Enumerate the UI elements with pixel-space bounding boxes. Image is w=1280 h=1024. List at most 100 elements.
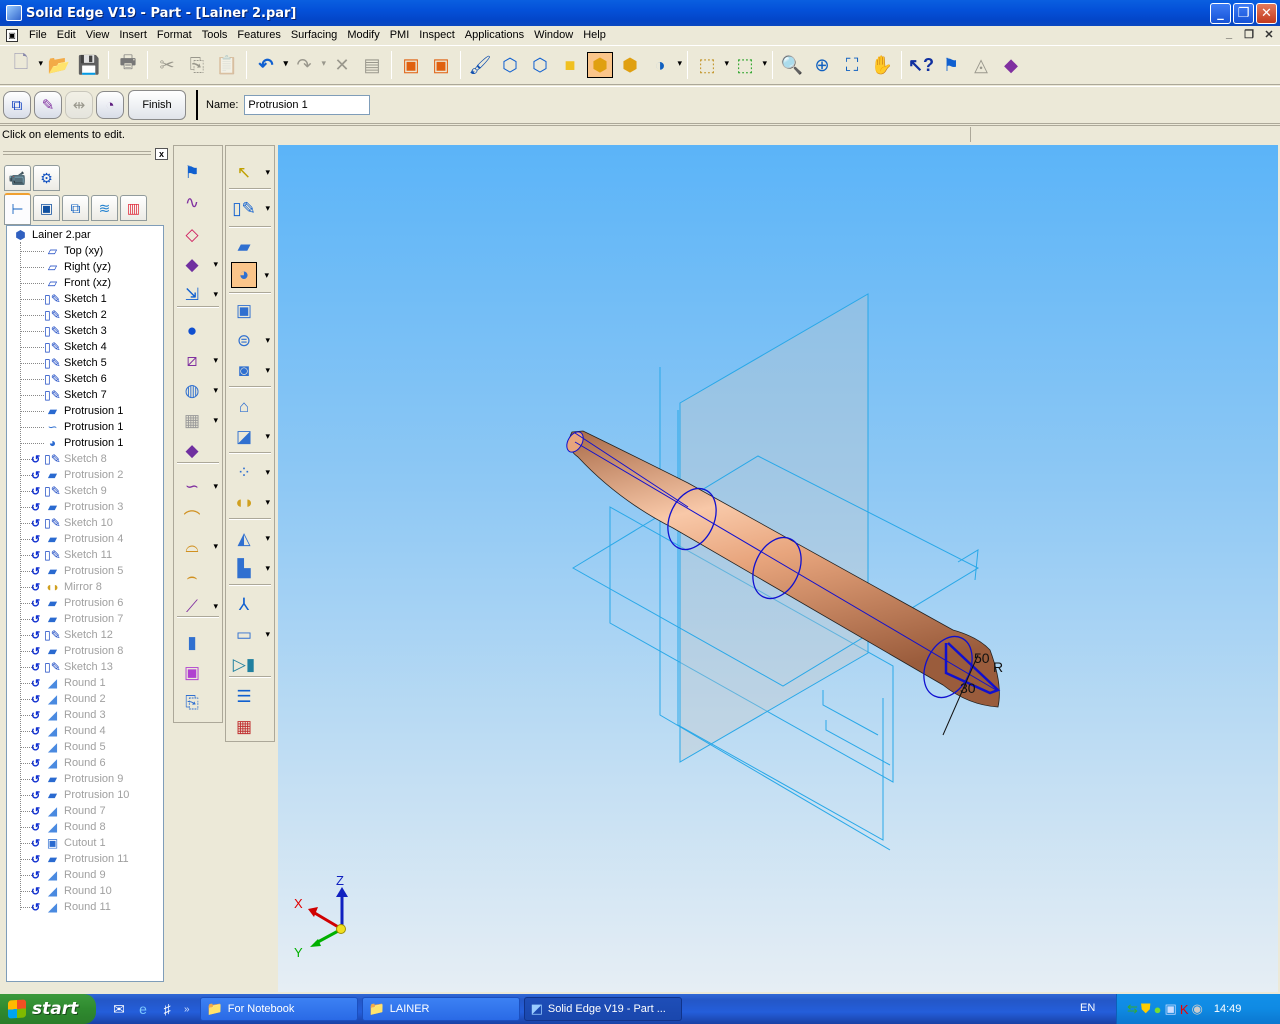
tree-item[interactable]: ↺ ▰ Protrusion 2 — [31, 467, 123, 483]
zoom-area-icon[interactable]: 🔍 — [779, 52, 805, 78]
delete-icon[interactable]: ✕ — [329, 52, 355, 78]
dim-50[interactable]: 50 — [974, 650, 990, 666]
tree-item[interactable]: ↺ ▯✎ Sketch 8 — [31, 451, 107, 467]
rollback-icon[interactable]: ↺ — [31, 885, 43, 898]
surface-icon[interactable]: ◬ — [968, 52, 994, 78]
tree-item[interactable]: ↺ ▰ Protrusion 9 — [31, 771, 123, 787]
paste-special-icon[interactable]: ▤ — [359, 52, 385, 78]
rollback-icon[interactable]: ↺ — [31, 693, 43, 706]
start-button[interactable]: start — [0, 994, 96, 1024]
panel-close-button[interactable]: x — [155, 148, 168, 160]
camera-tab[interactable]: 📹 — [4, 165, 31, 191]
rollback-icon[interactable]: ↺ — [31, 485, 43, 498]
clock[interactable]: 14:49 — [1214, 1003, 1242, 1015]
menu-file[interactable]: File — [24, 29, 52, 41]
bluedot-icon[interactable]: ● — [179, 318, 205, 344]
reference-plane-icon[interactable]: ▭ — [231, 622, 270, 648]
visible-hidden-edges-icon[interactable]: ⬡ — [527, 52, 553, 78]
restore-button[interactable]: ❐ — [1233, 3, 1254, 24]
mirror-icon[interactable]: ◖◗ — [231, 490, 270, 516]
rollback-icon[interactable]: ↺ — [31, 581, 43, 594]
tree-item[interactable]: ↺ ◢ Round 9 — [31, 867, 106, 883]
doc-close-button[interactable]: ✕ — [1262, 28, 1276, 41]
tree-item[interactable]: ↺ ◢ Round 1 — [31, 675, 106, 691]
title-bar[interactable]: Solid Edge V19 - Part - [Lainer 2.par] _… — [0, 0, 1280, 26]
tree-item[interactable]: ↺ ◢ Round 5 — [31, 739, 106, 755]
fit-box-icon[interactable]: ⬚ — [732, 52, 767, 78]
tree-item[interactable]: ↺ ▰ Protrusion 3 — [31, 499, 123, 515]
menu-inspect[interactable]: Inspect — [414, 29, 459, 41]
network-icon[interactable]: ⇆ — [1127, 1001, 1138, 1017]
tree-item[interactable]: ▯✎ Sketch 3 — [44, 323, 107, 339]
tree-item[interactable]: ↺ ◢ Round 6 — [31, 755, 106, 771]
feature-tree[interactable]: ⬢ Lainer 2.par ▱ Top (xy) ▱ Right (yz) ▱ Front … — [6, 225, 164, 982]
rollback-icon[interactable]: ↺ — [31, 901, 43, 914]
menu-pmi[interactable]: PMI — [385, 29, 415, 41]
tree-item[interactable]: ↺ ▰ Protrusion 11 — [31, 851, 129, 867]
tree-item[interactable]: ↺ ◢ Round 2 — [31, 691, 106, 707]
thin-wall-icon[interactable]: ▣ — [231, 298, 257, 324]
model-view[interactable]: 50 30 R Z X Y — [278, 145, 1278, 992]
extruded-surface-icon[interactable]: ◆ — [179, 252, 218, 278]
tree-item[interactable]: ↺ ◢ Round 10 — [31, 883, 112, 899]
outlook-express-icon[interactable]: ✉ — [110, 1001, 128, 1018]
tree-item[interactable]: ↺ ▯✎ Sketch 12 — [31, 627, 113, 643]
bluesurf-icon[interactable]: ⚑ — [179, 160, 205, 186]
rollback-icon[interactable]: ↺ — [31, 821, 43, 834]
tree-item[interactable]: ▯✎ Sketch 6 — [44, 371, 107, 387]
keypoint-curve-icon[interactable]: ∽ — [179, 474, 218, 500]
tree-item[interactable]: ↺ ▰ Protrusion 8 — [31, 643, 123, 659]
document-icon[interactable]: ▣ — [6, 28, 18, 42]
thicken-icon[interactable]: ▮ — [179, 630, 205, 656]
doc-restore-button[interactable]: ❐ — [1242, 28, 1256, 41]
quick-launch-chevron[interactable]: » — [184, 1004, 190, 1015]
feature-pathfinder-tab[interactable]: ⊢ — [4, 193, 31, 225]
rollback-icon[interactable]: ↺ — [31, 709, 43, 722]
tree-item[interactable]: ▰ Protrusion 1 — [45, 403, 123, 419]
security-shield-icon[interactable]: ⛊ — [1141, 1001, 1151, 1017]
solid-edge-app-icon[interactable] — [6, 5, 22, 21]
hole-icon[interactable]: ⊜ — [231, 328, 270, 354]
tree-item[interactable]: ↺ ▰ Protrusion 7 — [31, 611, 123, 627]
pattern-icon[interactable]: ⁘ — [231, 460, 270, 486]
loft-icon[interactable]: ⌂ — [231, 394, 257, 420]
protrusion-icon[interactable]: ▰ — [231, 234, 257, 260]
revolved-protrusion-icon[interactable]: ◕ — [231, 262, 269, 288]
task-solid-edge[interactable]: ◩ Solid Edge V19 - Part ... — [523, 997, 682, 1021]
wireframe-icon[interactable]: ⬡ — [497, 52, 523, 78]
select-icon[interactable]: ↖ — [231, 160, 270, 186]
language-indicator[interactable]: EN — [1080, 1002, 1095, 1014]
doc-minimize-button[interactable]: _ — [1222, 28, 1236, 41]
tree-item[interactable]: ↺ ▯✎ Sketch 9 — [31, 483, 107, 499]
rollback-icon[interactable]: ↺ — [31, 517, 43, 530]
shaded-icon[interactable]: ■ — [557, 52, 583, 78]
zoom-icon[interactable]: ⊕ — [809, 52, 835, 78]
link-object-icon[interactable]: ▣ — [428, 52, 454, 78]
tree-item[interactable]: ↺ ▰ Protrusion 10 — [31, 787, 129, 803]
tree-item[interactable]: ▯✎ Sketch 4 — [44, 339, 107, 355]
menu-surfacing[interactable]: Surfacing — [286, 29, 342, 41]
menu-tools[interactable]: Tools — [197, 29, 233, 41]
offset-surface-icon[interactable]: ◇ — [179, 222, 205, 248]
task-for-notebook[interactable]: 📁 For Notebook — [199, 997, 358, 1021]
app-icon[interactable]: ♯ — [158, 1001, 176, 1017]
tree-item[interactable]: ↺ ◖◗ Mirror 8 — [31, 579, 102, 595]
rollback-icon[interactable]: ↺ — [31, 597, 43, 610]
tree-item[interactable]: ↺ ◢ Round 4 — [31, 723, 106, 739]
kaspersky-icon[interactable]: K — [1180, 1002, 1189, 1017]
shaded-with-shadows-icon[interactable]: ⬢ — [617, 52, 643, 78]
rollback-icon[interactable]: ↺ — [31, 741, 43, 754]
close-button[interactable]: ✕ — [1256, 3, 1277, 24]
menu-modify[interactable]: Modify — [342, 29, 384, 41]
tree-item[interactable]: ↺ ◢ Round 7 — [31, 803, 106, 819]
tree-item[interactable]: ↺ ▯✎ Sketch 13 — [31, 659, 113, 675]
tree-item[interactable]: ↺ ▰ Protrusion 5 — [31, 563, 123, 579]
tree-item[interactable]: ↺ ▯✎ Sketch 10 — [31, 515, 113, 531]
feature-name-input[interactable] — [244, 95, 371, 115]
tree-item[interactable]: ↺ ◢ Round 8 — [31, 819, 106, 835]
tree-item[interactable]: ↺ ▣ Cutout 1 — [31, 835, 106, 851]
thin-region-icon[interactable]: ▣ — [179, 660, 205, 686]
tree-item[interactable]: ▱ Right (yz) — [45, 259, 111, 275]
stitched-surface-icon[interactable]: ▦ — [179, 408, 218, 434]
copy-surface-icon[interactable]: ⇲ — [179, 282, 218, 308]
